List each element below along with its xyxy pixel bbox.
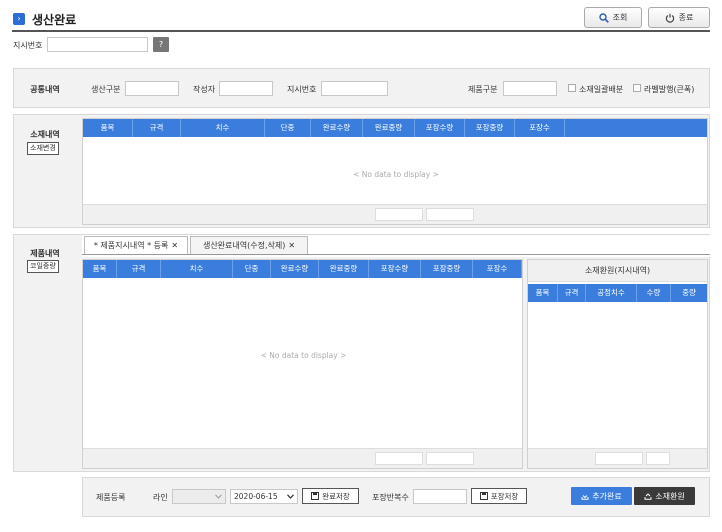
prod-type-input[interactable] (125, 81, 179, 96)
prod-type-label: 생산구분 (91, 85, 121, 94)
author-label: 작성자 (193, 85, 216, 94)
page-title: 생산완료 (32, 13, 77, 27)
material-col-spec: 규격 (133, 119, 181, 137)
return-grid-header: 품목 규격 공정치수 수량 중량 (528, 284, 707, 302)
material-return-label: 소재환원 (655, 491, 685, 501)
product-type-label: 제품구분 (468, 85, 498, 94)
product-col-spec: 규격 (117, 260, 161, 278)
common-title: 공통내역 (30, 85, 60, 94)
add-complete-button[interactable]: 추가완료 (571, 487, 632, 505)
material-col-pack-count: 포장수 (515, 119, 565, 137)
label-print-checkbox[interactable] (633, 84, 641, 92)
material-return-button[interactable]: 소재환원 (634, 487, 695, 505)
download-icon (581, 495, 589, 500)
search-button[interactable]: 조회 (584, 7, 642, 28)
pack-repeat-input[interactable] (413, 489, 467, 504)
material-footer-cell (375, 208, 423, 221)
save-icon (479, 492, 488, 500)
product-grid: 품목 규격 치수 단중 완료수량 완료중량 포장수량 포장중량 포장수 < No… (82, 259, 523, 469)
close-button-label: 종료 (678, 13, 694, 22)
author-input[interactable] (219, 81, 273, 96)
order-no-input[interactable] (47, 37, 148, 52)
close-icon[interactable]: ✕ (288, 241, 295, 250)
register-title: 제품등록 (96, 493, 126, 502)
chevron-down-icon (287, 494, 294, 499)
product-col-unit-weight: 단중 (233, 260, 271, 278)
return-footer-cell (595, 452, 643, 465)
product-grid-footer (83, 448, 522, 468)
product-footer-cell (426, 452, 474, 465)
material-col-done-weight: 완료중량 (363, 119, 415, 137)
line-select[interactable] (172, 489, 226, 504)
product-type-input[interactable] (503, 81, 557, 96)
power-icon (665, 13, 674, 23)
save-icon (311, 492, 320, 500)
material-col-pack-qty: 포장수량 (415, 119, 465, 137)
material-col-done-qty: 완료수량 (311, 119, 363, 137)
material-title: 소재내역 (30, 130, 60, 139)
product-col-done-qty: 완료수량 (271, 260, 319, 278)
product-title: 제품내역 (30, 249, 60, 258)
return-col-weight: 중량 (682, 288, 696, 297)
add-complete-label: 추가완료 (592, 491, 622, 501)
material-col-pack-weight: 포장중량 (465, 119, 515, 137)
line-label: 라인 (153, 493, 168, 502)
product-col-pack-weight: 포장중량 (421, 260, 473, 278)
pack-repeat-label: 포장반복수 (372, 493, 409, 502)
upload-icon (644, 493, 652, 500)
return-col-item: 품목 (528, 284, 558, 302)
pack-save-label: 포장저장 (490, 491, 519, 501)
close-button[interactable]: 종료 (648, 7, 710, 28)
material-batch-checkbox[interactable] (568, 84, 576, 92)
title-arrow-icon: › (13, 13, 25, 25)
tab-completion-history-label: 생산완료내역(수정,삭제) (202, 241, 286, 250)
material-footer-cell (426, 208, 474, 221)
return-grid-footer (528, 448, 707, 468)
label-print-label: 라벨발행(큰폭) (644, 85, 695, 94)
product-col-pack-qty: 포장수량 (369, 260, 421, 278)
tab-product-order[interactable]: * 제품지시내역 * 등록 ✕ (84, 236, 188, 254)
product-empty-text: < No data to display > (260, 351, 347, 360)
material-change-button[interactable]: 소재변경 (27, 142, 59, 155)
material-batch-label: 소재일괄배분 (579, 85, 624, 94)
material-empty-text: < No data to display > (353, 170, 439, 179)
material-col-item: 품목 (83, 119, 133, 137)
product-grid-header: 품목 규격 치수 단중 완료수량 완료중량 포장수량 포장중량 포장수 (83, 260, 522, 278)
return-footer-cell (646, 452, 670, 465)
return-grid: 소재환원(지시내역) 품목 규격 공정치수 수량 중량 (527, 259, 708, 469)
date-value: 2020-06-15 (234, 492, 278, 501)
pack-save-button[interactable]: 포장저장 (471, 488, 527, 504)
chevron-down-icon (215, 494, 222, 499)
return-col-process-size: 공정치수 (586, 284, 637, 302)
material-grid: 품목 규격 치수 단중 완료수량 완료중량 포장수량 포장중량 포장수 < No… (82, 118, 708, 225)
material-col-unit-weight: 단중 (265, 119, 311, 137)
close-icon[interactable]: ✕ (171, 241, 178, 250)
order-lookup-button[interactable]: ? (153, 37, 169, 52)
product-col-size: 치수 (161, 260, 233, 278)
complete-save-button[interactable]: 완료저장 (302, 488, 359, 504)
coil-weight-button[interactable]: 코일중량 (27, 260, 59, 273)
tab-completion-history[interactable]: 생산완료내역(수정,삭제) ✕ (190, 236, 308, 254)
material-grid-footer (83, 204, 707, 224)
date-select[interactable]: 2020-06-15 (230, 489, 298, 504)
product-col-item: 품목 (83, 260, 117, 278)
search-icon (598, 12, 609, 23)
order-no-label: 지시번호 (13, 41, 43, 50)
product-col-done-weight: 완료중량 (319, 260, 369, 278)
search-button-label: 조회 (612, 13, 628, 22)
return-grid-title: 소재환원(지시내역) (528, 260, 707, 282)
return-col-spec: 규격 (558, 284, 586, 302)
product-col-pack-count: 포장수 (473, 260, 522, 278)
material-grid-header: 품목 규격 치수 단중 완료수량 완료중량 포장수량 포장중량 포장수 (83, 119, 707, 137)
title-divider (12, 30, 710, 32)
common-order-no-label: 지시번호 (287, 85, 317, 94)
complete-save-label: 완료저장 (322, 491, 350, 501)
tab-underline (82, 254, 710, 255)
return-col-qty: 수량 (637, 284, 671, 302)
common-order-no-input[interactable] (321, 81, 388, 96)
material-col-size: 치수 (181, 119, 265, 137)
tab-product-order-label: * 제품지시내역 * 등록 (93, 241, 169, 250)
product-footer-cell (375, 452, 423, 465)
